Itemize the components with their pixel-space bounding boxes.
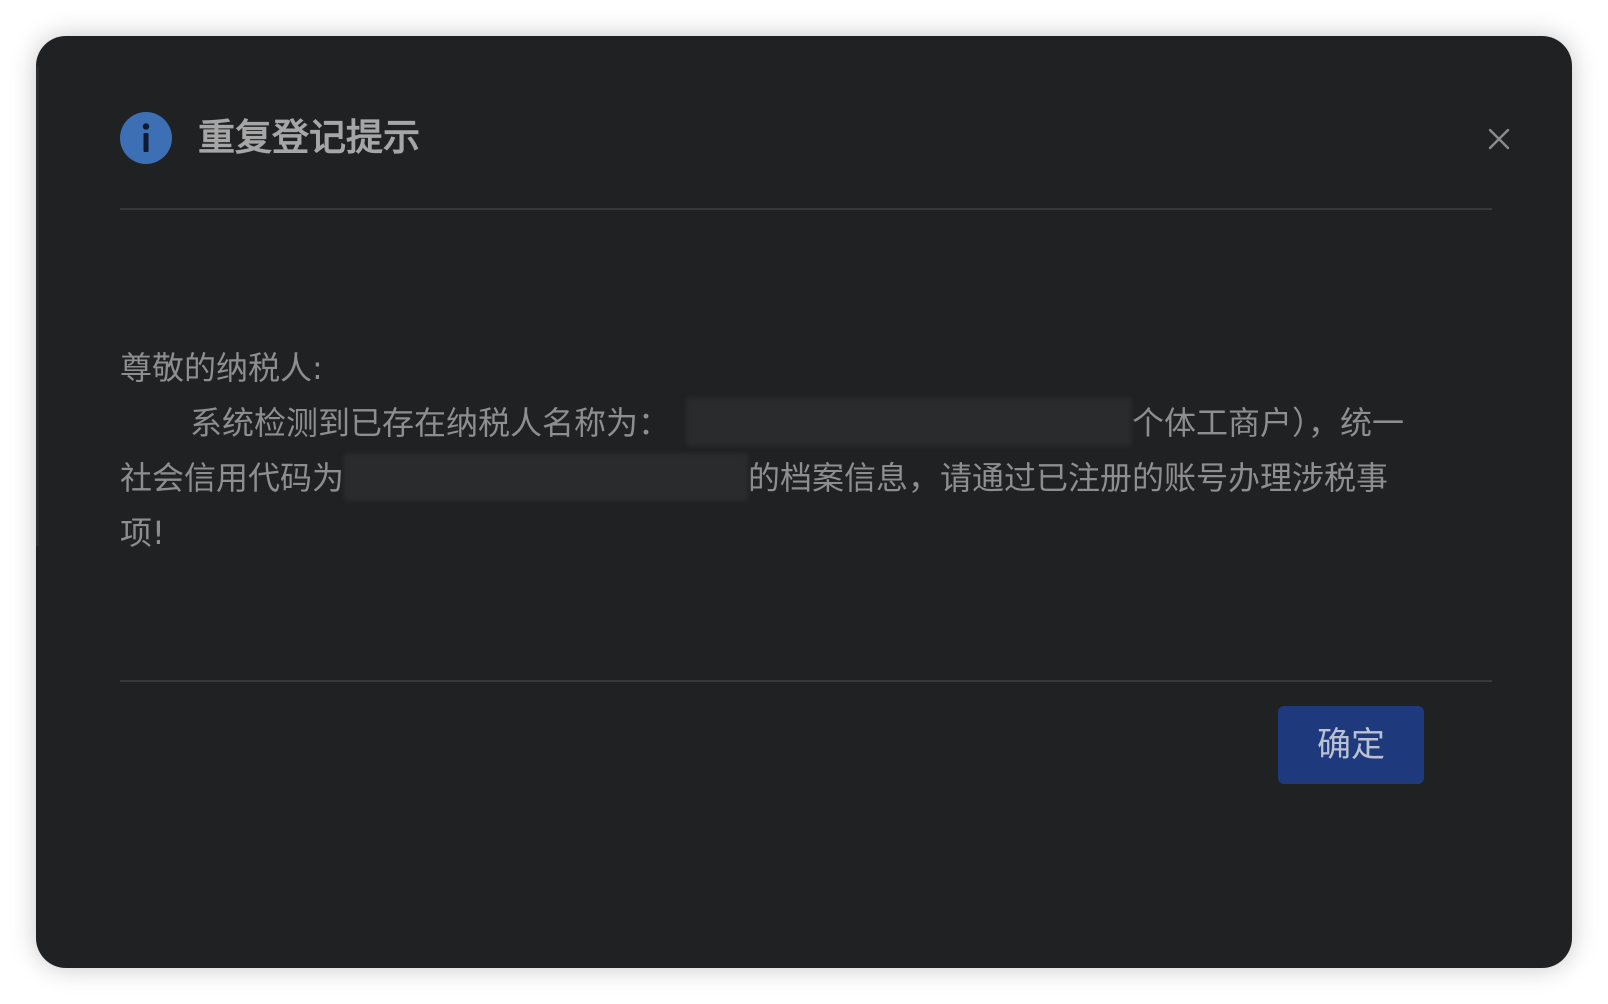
close-icon <box>1488 128 1510 150</box>
message-line-4: 项! <box>120 506 1492 561</box>
dialog-title: 重复登记提示 <box>198 116 420 159</box>
message-line-2: 系统检测到已存在纳税人名称为： 个体工商户），统一 <box>120 396 1492 451</box>
header-divider <box>120 208 1492 210</box>
dialog-edge-strip <box>36 66 39 546</box>
close-button[interactable] <box>1482 122 1516 156</box>
line4-text: 项! <box>120 514 165 552</box>
duplicate-registration-dialog: 重复登记提示 尊敬的纳税人: 系统检测到已存在纳税人名称为： 个体工商户），统一 … <box>36 36 1572 968</box>
dialog-message: 尊敬的纳税人: 系统检测到已存在纳税人名称为： 个体工商户），统一 社会信用代码为… <box>120 341 1492 561</box>
line3-suffix-text: 的档案信息，请通过已注册的账号办理涉税事 <box>748 459 1389 497</box>
redacted-taxpayer-name <box>686 398 1133 446</box>
redacted-credit-code <box>344 453 749 501</box>
line3-prefix-text: 社会信用代码为 <box>120 459 345 497</box>
line2-prefix-text: 系统检测到已存在纳税人名称为： <box>190 404 671 442</box>
message-greeting: 尊敬的纳税人: <box>120 341 1492 396</box>
greeting-text: 尊敬的纳税人: <box>120 349 323 387</box>
line2-suffix-text: 个体工商户），统一 <box>1132 404 1405 442</box>
info-icon <box>120 112 172 164</box>
message-line-3: 社会信用代码为 的档案信息，请通过已注册的账号办理涉税事 <box>120 451 1492 506</box>
footer-divider <box>120 680 1492 682</box>
dialog-header: 重复登记提示 <box>120 112 1528 212</box>
confirm-button[interactable]: 确定 <box>1278 706 1424 784</box>
